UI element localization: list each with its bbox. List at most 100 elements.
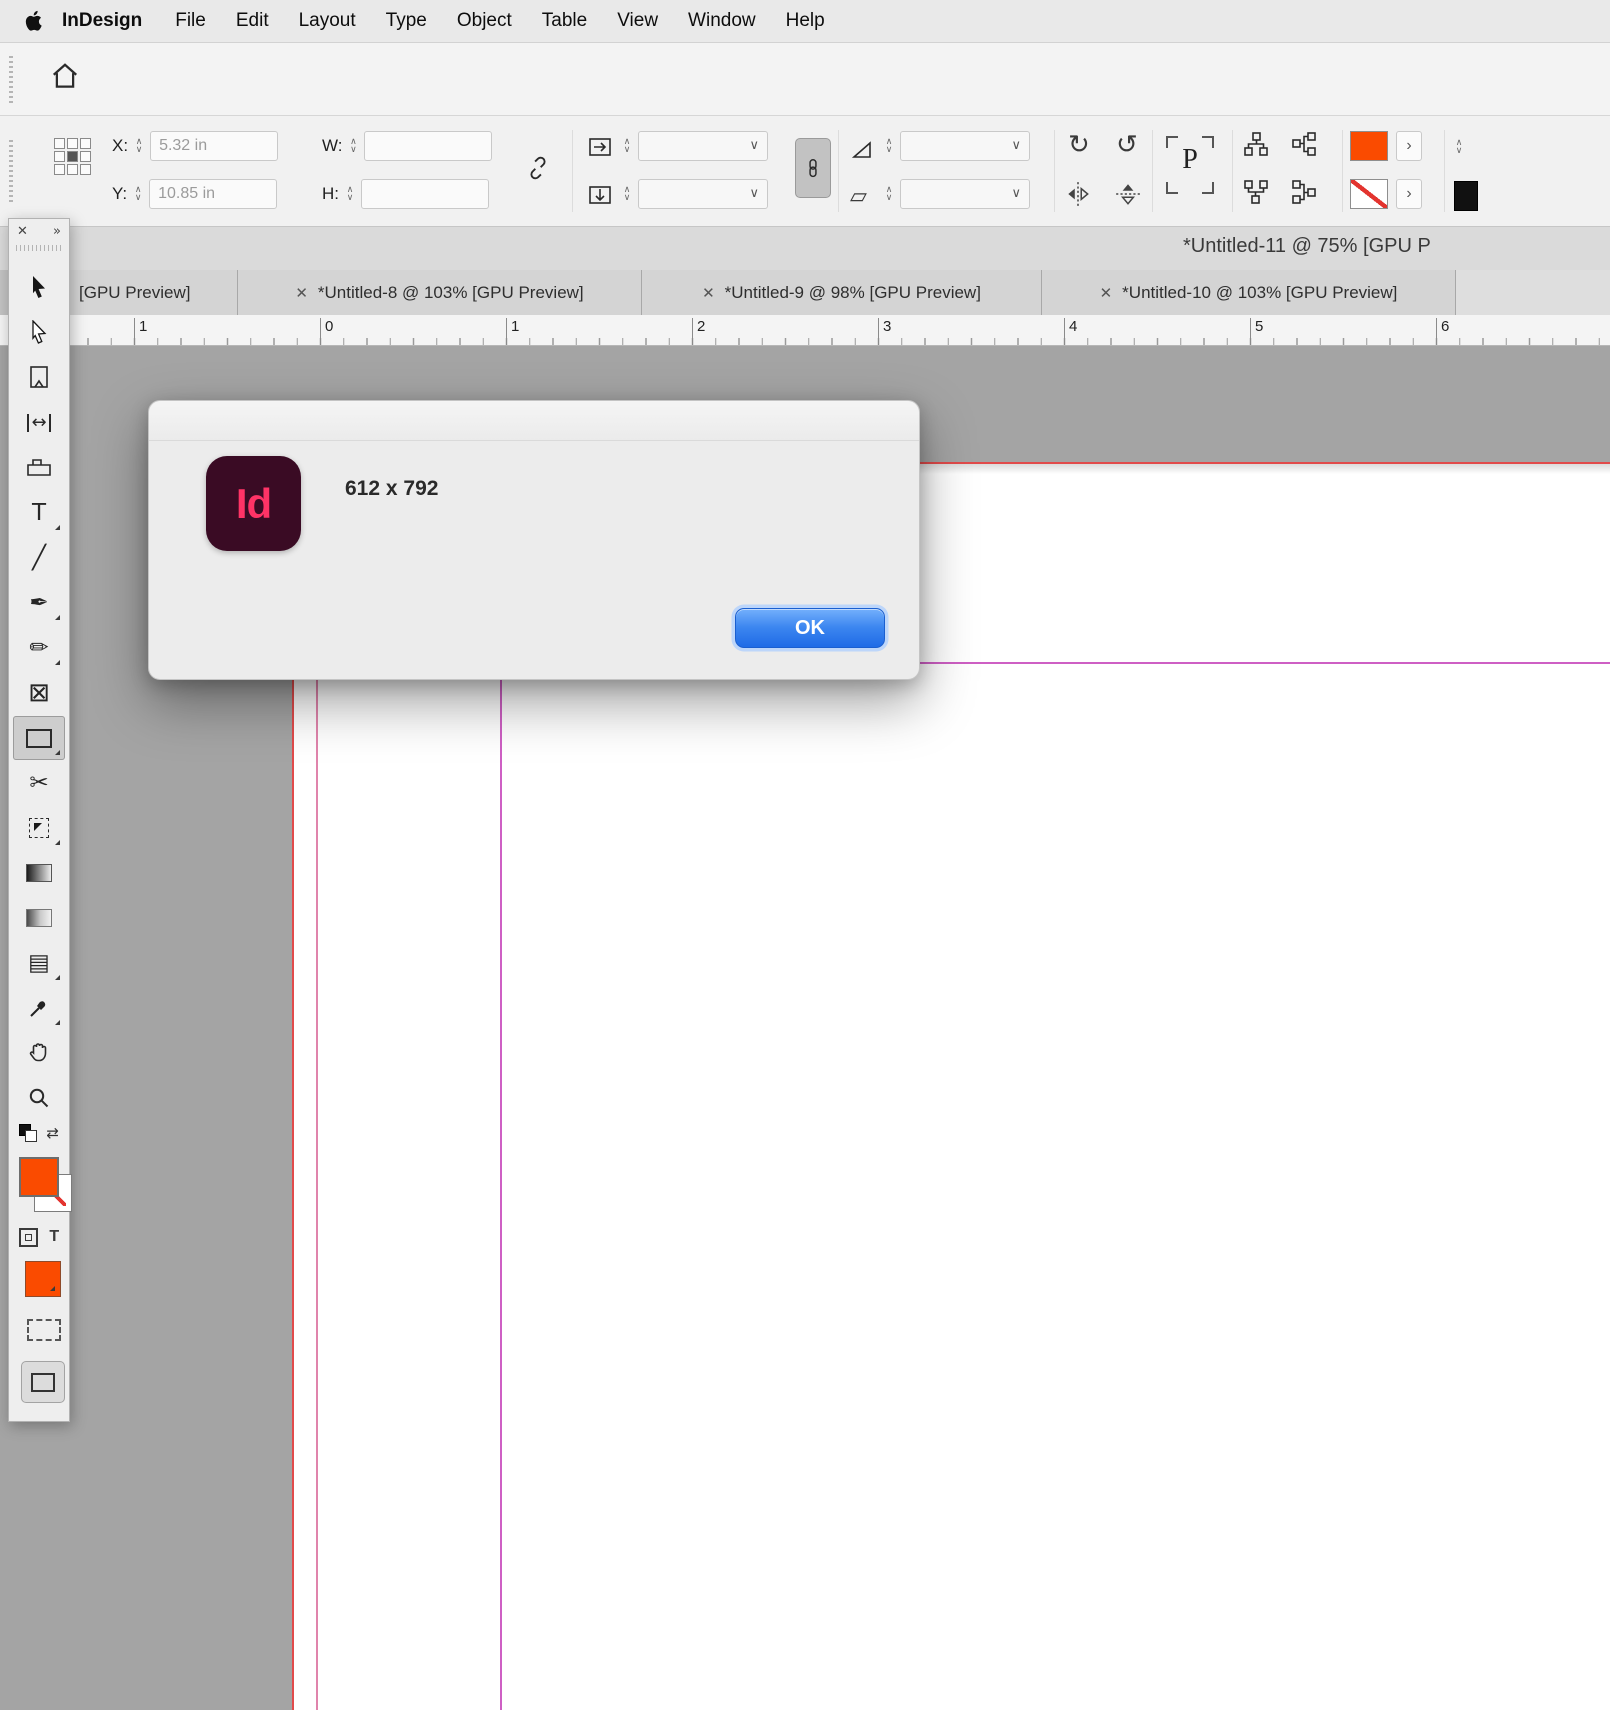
y-position-input[interactable]: 10.85 in — [149, 179, 278, 209]
note-tool[interactable]: ▤ — [13, 941, 65, 985]
unlink-dimensions-icon[interactable] — [524, 154, 552, 182]
stepper-down-icon[interactable]: ∨ — [1456, 147, 1463, 156]
auto-fit-vertical-icon[interactable] — [588, 183, 612, 207]
stroke-weight-stepper[interactable]: ∧ ∨ — [1452, 130, 1466, 164]
content-collector-tool[interactable] — [13, 446, 65, 490]
rotate-cw-icon[interactable]: ↻ — [1068, 132, 1090, 158]
black-color-swatch[interactable] — [1454, 181, 1478, 211]
rotate-ccw-icon[interactable]: ↺ — [1116, 132, 1138, 158]
tab-untitled-11-partial[interactable] — [1456, 270, 1610, 315]
scale-x-stepper[interactable]: ∧ ∨ — [620, 131, 634, 161]
eyedropper-tool[interactable] — [13, 986, 65, 1030]
selection-tool[interactable] — [13, 266, 65, 310]
stepper-down-icon[interactable]: ∨ — [624, 146, 631, 155]
toolbar-drag-grip[interactable] — [9, 55, 13, 103]
zoom-tool[interactable] — [13, 1076, 65, 1120]
paragraph-composer-button[interactable]: P — [1166, 136, 1214, 194]
stepper-down-icon[interactable]: ∨ — [136, 146, 143, 155]
width-input[interactable] — [364, 131, 493, 161]
tools-panel-grip[interactable] — [16, 245, 62, 251]
close-icon[interactable]: ✕ — [295, 284, 308, 302]
y-stepper[interactable]: ∧ ∨ — [131, 179, 145, 209]
close-icon[interactable]: ✕ — [1100, 284, 1113, 302]
stepper-down-icon[interactable]: ∨ — [135, 194, 142, 203]
close-icon[interactable]: ✕ — [17, 224, 28, 239]
menu-type[interactable]: Type — [371, 10, 442, 32]
menu-app-name[interactable]: InDesign — [52, 10, 160, 32]
distribute-vertical-icon[interactable] — [1243, 131, 1269, 157]
formatting-affects-text-icon[interactable]: T — [49, 1228, 59, 1246]
space-vertical-icon[interactable] — [1243, 179, 1269, 205]
free-transform-tool[interactable] — [13, 806, 65, 850]
apply-gradient-button[interactable] — [27, 1319, 61, 1341]
stepper-down-icon[interactable]: ∨ — [347, 194, 354, 203]
line-tool[interactable]: ╱ — [13, 536, 65, 580]
stroke-color-swatch[interactable] — [1350, 179, 1388, 209]
default-fill-stroke-icon[interactable] — [19, 1124, 37, 1142]
menu-layout[interactable]: Layout — [284, 10, 371, 32]
formatting-affects-container-icon[interactable] — [18, 1227, 38, 1247]
stepper-down-icon[interactable]: ∨ — [886, 146, 893, 155]
height-input[interactable] — [361, 179, 489, 209]
h-stepper[interactable]: ∧ ∨ — [343, 179, 357, 209]
auto-fit-horizontal-icon[interactable] — [588, 135, 612, 159]
fill-swatch[interactable] — [19, 1157, 59, 1197]
control-panel-grip[interactable] — [9, 138, 13, 202]
fill-flyout-button[interactable]: › — [1396, 131, 1422, 161]
tab-gpu-preview-partial[interactable]: [GPU Preview] — [70, 270, 238, 315]
shear-angle-dropdown[interactable]: ∨ — [900, 179, 1030, 209]
scale-y-stepper[interactable]: ∧ ∨ — [620, 179, 634, 209]
document-window-titlebar[interactable]: *Untitled-11 @ 75% [GPU P — [0, 227, 1610, 270]
dialog-titlebar[interactable] — [149, 401, 919, 441]
flip-horizontal-icon[interactable] — [1064, 180, 1092, 208]
gradient-feather-tool[interactable] — [13, 896, 65, 940]
space-horizontal-icon[interactable] — [1291, 179, 1317, 205]
menu-file[interactable]: File — [160, 10, 221, 32]
page-tool[interactable] — [13, 356, 65, 400]
stroke-flyout-button[interactable]: › — [1396, 179, 1422, 209]
apply-color-button[interactable] — [25, 1261, 61, 1297]
menu-table[interactable]: Table — [527, 10, 602, 32]
direct-selection-tool[interactable] — [13, 311, 65, 355]
gap-tool[interactable]: ↔ — [13, 401, 65, 445]
gradient-swatch-tool[interactable] — [13, 851, 65, 895]
swap-fill-stroke-icon[interactable]: ⇄ — [46, 1124, 59, 1142]
home-icon[interactable] — [50, 61, 80, 96]
screen-mode-button[interactable] — [21, 1361, 65, 1403]
pencil-tool[interactable]: ✏ — [13, 626, 65, 670]
menu-window[interactable]: Window — [673, 10, 771, 32]
rotation-stepper[interactable]: ∧ ∨ — [882, 131, 896, 161]
tab-untitled-8[interactable]: ✕ *Untitled-8 @ 103% [GPU Preview] — [238, 270, 642, 315]
ok-button[interactable]: OK — [735, 608, 885, 648]
reference-point-proxy[interactable] — [54, 138, 91, 175]
rectangle-tool[interactable] — [13, 716, 65, 760]
tab-untitled-9[interactable]: ✕ *Untitled-9 @ 98% [GPU Preview] — [642, 270, 1042, 315]
scale-x-dropdown[interactable]: ∨ — [638, 131, 768, 161]
frame-tool[interactable]: ⊠ — [13, 671, 65, 715]
constrain-proportions-button[interactable] — [795, 138, 831, 198]
stepper-down-icon[interactable]: ∨ — [624, 194, 631, 203]
close-icon[interactable]: ✕ — [702, 284, 715, 302]
x-position-input[interactable]: 5.32 in — [150, 131, 279, 161]
tab-untitled-10[interactable]: ✕ *Untitled-10 @ 103% [GPU Preview] — [1042, 270, 1456, 315]
pen-tool[interactable]: ✒ — [13, 581, 65, 625]
stepper-down-icon[interactable]: ∨ — [886, 194, 893, 203]
scissors-tool[interactable]: ✂ — [13, 761, 65, 805]
scale-y-dropdown[interactable]: ∨ — [638, 179, 768, 209]
flip-vertical-icon[interactable] — [1114, 180, 1142, 208]
apple-menu-icon[interactable] — [18, 9, 52, 33]
shear-stepper[interactable]: ∧ ∨ — [882, 179, 896, 209]
menu-help[interactable]: Help — [771, 10, 840, 32]
w-stepper[interactable]: ∧ ∨ — [346, 131, 360, 161]
x-stepper[interactable]: ∧ ∨ — [132, 131, 146, 161]
menu-view[interactable]: View — [602, 10, 673, 32]
hand-tool[interactable] — [13, 1031, 65, 1075]
type-tool[interactable]: T — [13, 491, 65, 535]
menu-object[interactable]: Object — [442, 10, 527, 32]
collapse-panel-icon[interactable]: » — [53, 224, 61, 239]
distribute-horizontal-icon[interactable] — [1291, 131, 1317, 157]
rotation-angle-dropdown[interactable]: ∨ — [900, 131, 1030, 161]
horizontal-ruler[interactable]: 1 0 1 2 3 4 5 6 — [0, 315, 1610, 346]
fill-color-swatch[interactable] — [1350, 131, 1388, 161]
stepper-down-icon[interactable]: ∨ — [350, 146, 357, 155]
